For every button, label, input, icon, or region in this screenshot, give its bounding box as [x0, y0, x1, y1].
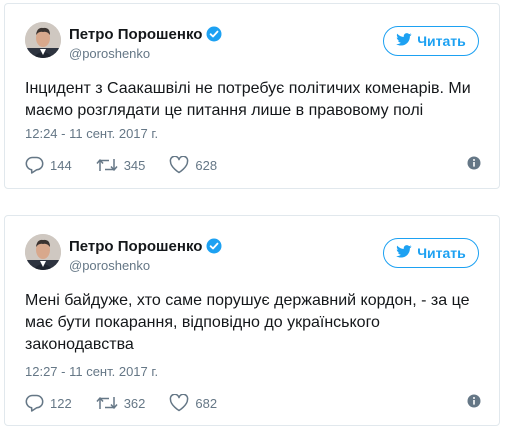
- timestamp[interactable]: 12:27 - 11 сент. 2017 г.: [25, 364, 158, 380]
- reply-count: 144: [50, 157, 72, 173]
- verified-badge-icon: [206, 238, 222, 259]
- verified-badge-icon: [206, 26, 222, 47]
- reply-button[interactable]: 144: [25, 156, 72, 174]
- retweet-icon: [96, 394, 118, 412]
- retweet-button[interactable]: 345: [96, 156, 146, 174]
- like-count: 682: [195, 395, 218, 411]
- tweet-actions: 144 345 628: [25, 155, 481, 175]
- avatar[interactable]: [25, 234, 61, 270]
- like-button[interactable]: 682: [169, 394, 217, 412]
- retweet-button[interactable]: 362: [96, 394, 146, 412]
- follow-label: Читать: [417, 33, 466, 49]
- avatar[interactable]: [25, 22, 61, 58]
- reply-button[interactable]: 122: [25, 394, 72, 412]
- follow-button[interactable]: Читать: [383, 26, 479, 56]
- retweet-count: 362: [123, 395, 146, 411]
- tweet-card: Петро Порошенко @poroshenko Читать Мені …: [4, 215, 500, 426]
- reply-icon: [25, 156, 44, 174]
- bird-icon: [396, 33, 412, 49]
- retweet-count: 345: [123, 157, 146, 173]
- tweet-actions: 122 362 682: [25, 393, 481, 413]
- tweet-text: Інцидент з Саакашвілі не потребує політи…: [25, 80, 471, 119]
- tweet-card: Петро Порошенко @poroshenko Читать Інцид…: [4, 3, 500, 189]
- bird-icon: [396, 245, 412, 261]
- follow-label: Читать: [417, 245, 466, 261]
- author-handle[interactable]: @poroshenko: [69, 46, 150, 62]
- tweet-text: Мені байдуже, хто саме порушує державний…: [25, 292, 470, 353]
- reply-count: 122: [50, 395, 72, 411]
- like-icon: [169, 156, 189, 174]
- info-icon[interactable]: [467, 394, 481, 413]
- author-name[interactable]: Петро Порошенко: [69, 26, 222, 47]
- like-count: 628: [195, 157, 218, 173]
- author-handle[interactable]: @poroshenko: [69, 258, 150, 274]
- author-name[interactable]: Петро Порошенко: [69, 238, 222, 259]
- info-icon[interactable]: [467, 156, 481, 175]
- like-button[interactable]: 628: [169, 156, 217, 174]
- like-icon: [169, 394, 189, 412]
- timestamp[interactable]: 12:24 - 11 сент. 2017 г.: [25, 126, 158, 142]
- follow-button[interactable]: Читать: [383, 238, 479, 268]
- reply-icon: [25, 394, 44, 412]
- retweet-icon: [96, 156, 118, 174]
